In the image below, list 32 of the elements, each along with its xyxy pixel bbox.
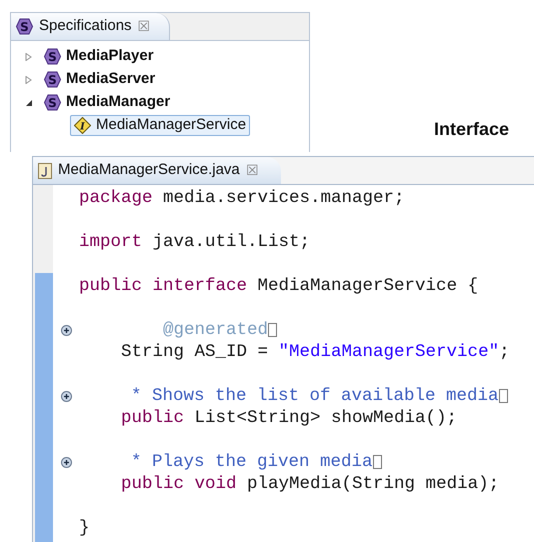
tree-item[interactable]: S MediaServer bbox=[40, 69, 160, 90]
hexagon-letter-icon: S bbox=[44, 94, 61, 111]
code-line: public List<String> showMedia(); bbox=[120, 408, 458, 428]
expand-fold-icon[interactable] bbox=[60, 390, 72, 402]
expand-fold-icon[interactable] bbox=[60, 324, 72, 336]
code-line: public void playMedia(String media); bbox=[120, 474, 500, 494]
expand-arrow-icon[interactable] bbox=[25, 76, 33, 84]
java-file-icon bbox=[38, 162, 52, 178]
folded-marker-icon[interactable] bbox=[268, 323, 278, 337]
folded-marker-icon[interactable] bbox=[498, 389, 508, 403]
panel-tab[interactable]: S Specifications ☒ bbox=[11, 13, 170, 40]
hexagon-letter-icon: S bbox=[16, 18, 33, 35]
code-line: * Plays the given media bbox=[130, 452, 373, 472]
tree-item[interactable]: I MediaManagerService bbox=[70, 115, 250, 136]
tree-item[interactable]: S MediaManager bbox=[40, 92, 174, 113]
code-line: } bbox=[79, 518, 90, 538]
folded-marker-icon[interactable] bbox=[372, 455, 382, 469]
collapse-arrow-icon[interactable] bbox=[25, 98, 33, 106]
code-line: public interface MediaManagerService { bbox=[79, 276, 478, 296]
expand-arrow-icon[interactable] bbox=[25, 52, 33, 60]
hexagon-letter-icon: S bbox=[44, 48, 61, 65]
tree-item[interactable]: S MediaPlayer bbox=[40, 46, 158, 67]
hexagon-letter-icon: S bbox=[44, 71, 61, 88]
editor-tab[interactable]: MediaManagerService.java ☒ bbox=[33, 157, 281, 184]
code-line: @generated bbox=[162, 320, 268, 340]
code-line: package media.services.manager; bbox=[79, 188, 405, 208]
diamond-letter-icon: I bbox=[74, 117, 91, 134]
code-line: import java.util.List; bbox=[79, 232, 310, 252]
code-line: String AS_ID = "MediaManagerService"; bbox=[120, 342, 510, 362]
caption: Interface bbox=[434, 118, 510, 141]
code-line: * Shows the list of available media bbox=[130, 386, 499, 406]
expand-fold-icon[interactable] bbox=[60, 456, 72, 468]
